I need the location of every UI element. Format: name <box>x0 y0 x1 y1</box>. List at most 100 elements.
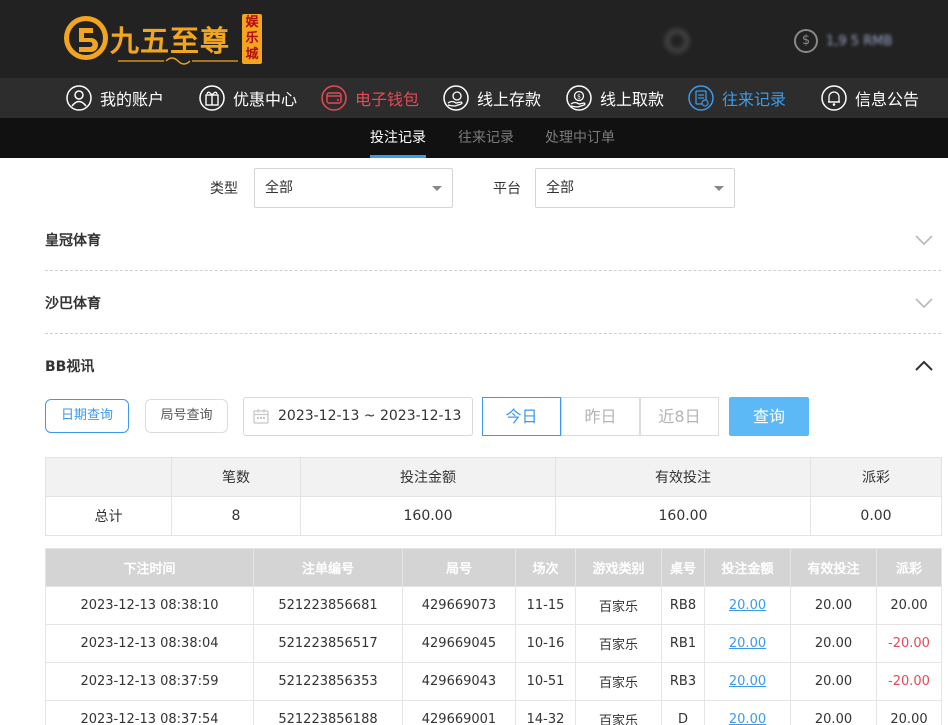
withdraw-icon: $ <box>566 85 592 111</box>
summary-header-row: 笔数 投注金额 有效投注 派彩 <box>45 457 942 497</box>
date-query-button[interactable]: 日期查询 <box>45 399 129 433</box>
nav-transaction-records[interactable]: 往来记录 <box>688 78 786 118</box>
valid-bet-cell: 20.00 <box>790 586 877 625</box>
table-no-cell: RB3 <box>661 662 705 701</box>
main-nav: 我的账户 优惠中心 电子钱包 线上存款 $ 线上取款 往来记录 信息公告 <box>0 78 948 118</box>
bet-amount-link[interactable]: 20.00 <box>704 700 791 725</box>
user-icon <box>66 85 92 111</box>
summary-total-row: 总计 8 160.00 160.00 0.00 <box>45 496 942 536</box>
logo-badge-icon <box>64 16 108 60</box>
session-cell: 14-32 <box>515 700 576 725</box>
column-header: 桌号 <box>661 548 705 587</box>
order-id-cell: 521223856681 <box>253 586 403 625</box>
dollar-coin-icon: $ <box>794 29 818 53</box>
type-label: 类型 <box>210 181 238 197</box>
table-row: 2023-12-13 08:37:54 521223856188 4296690… <box>45 700 942 725</box>
column-header: 有效投注 <box>790 548 877 587</box>
summary-cell: 160.00 <box>555 496 811 536</box>
table-row: 2023-12-13 08:37:59 521223856353 4296690… <box>45 662 942 701</box>
quick-today-button[interactable]: 今日 <box>482 397 561 436</box>
logo-ornament-icon <box>118 57 238 65</box>
summary-cell: 总计 <box>45 496 172 536</box>
nav-label: 优惠中心 <box>233 90 298 109</box>
records-header-row: 下注时间 注单编号 局号 场次 游戏类别 桌号 投注金额 有效投注 派彩 <box>45 548 942 587</box>
valid-bet-cell: 20.00 <box>790 624 877 663</box>
bet-time-cell: 2023-12-13 08:37:59 <box>45 662 254 701</box>
subtab-bet-records[interactable]: 投注记录 <box>370 118 426 158</box>
date-range-value: 2023-12-13 ~ 2023-12-13 <box>278 408 462 424</box>
accordion-bb-live[interactable]: BB视讯 <box>45 358 941 378</box>
game-type-cell: 百家乐 <box>575 662 662 701</box>
table-no-cell: RB1 <box>661 624 705 663</box>
bet-amount-link[interactable]: 20.00 <box>704 662 791 701</box>
round-id-cell: 429669043 <box>402 662 516 701</box>
quick-last8days-button[interactable]: 近8日 <box>640 397 719 436</box>
bell-icon <box>821 85 847 111</box>
column-header: 派彩 <box>876 548 942 587</box>
wallet-icon <box>321 85 347 111</box>
accordion-crown-sports[interactable]: 皇冠体育 <box>45 232 941 271</box>
deposit-icon <box>443 85 469 111</box>
accordion-saba-sports[interactable]: 沙巴体育 <box>45 295 941 334</box>
table-row: 2023-12-13 08:38:10 521223856681 4296690… <box>45 586 942 625</box>
payout-cell: -20.00 <box>876 624 942 663</box>
column-header: 场次 <box>515 548 576 587</box>
valid-bet-cell: 20.00 <box>790 662 877 701</box>
chevron-up-icon <box>915 360 933 371</box>
payout-cell: 20.00 <box>876 700 942 725</box>
summary-cell: 8 <box>171 496 301 536</box>
bet-time-cell: 2023-12-13 08:38:04 <box>45 624 254 663</box>
header-balance[interactable]: $ 1,9 5 RMB <box>794 28 892 54</box>
logo-subtitle-text: 娱乐城 <box>245 15 259 62</box>
search-button[interactable]: 查询 <box>729 397 809 436</box>
platform-select-value: 全部 <box>546 180 574 196</box>
nav-online-deposit[interactable]: 线上存款 <box>443 78 541 118</box>
table-no-cell: D <box>661 700 705 725</box>
session-cell: 11-15 <box>515 586 576 625</box>
nav-announcements[interactable]: 信息公告 <box>821 78 919 118</box>
summary-header-cell <box>45 457 172 497</box>
order-id-cell: 521223856517 <box>253 624 403 663</box>
date-range-input[interactable]: 2023-12-13 ~ 2023-12-13 <box>243 397 473 436</box>
accordion-title: 沙巴体育 <box>45 296 101 312</box>
logo-title: 九五至尊 <box>110 24 231 58</box>
bet-amount-link[interactable]: 20.00 <box>704 624 791 663</box>
nav-my-account[interactable]: 我的账户 <box>66 78 164 118</box>
logo-subtitle: 娱乐城 <box>242 14 262 64</box>
subtab-pending-orders[interactable]: 处理中订单 <box>545 118 615 158</box>
summary-cell: 160.00 <box>300 496 556 536</box>
nav-online-withdraw[interactable]: $ 线上取款 <box>566 78 664 118</box>
chevron-down-icon <box>915 298 933 309</box>
game-type-cell: 百家乐 <box>575 624 662 663</box>
table-row: 2023-12-13 08:38:04 521223856517 4296690… <box>45 624 942 663</box>
nav-label: 信息公告 <box>855 90 920 109</box>
summary-header-cell: 派彩 <box>810 457 942 497</box>
column-header: 注单编号 <box>253 548 403 587</box>
bet-time-cell: 2023-12-13 08:38:10 <box>45 586 254 625</box>
accordion-title: BB视讯 <box>45 359 95 375</box>
nav-promotions[interactable]: 优惠中心 <box>199 78 297 118</box>
type-select[interactable]: 全部 <box>254 168 453 208</box>
balance-text: 1,9 5 RMB <box>826 33 893 49</box>
platform-select[interactable]: 全部 <box>535 168 735 208</box>
nav-label: 电子钱包 <box>355 90 420 109</box>
bet-time-cell: 2023-12-13 08:37:54 <box>45 700 254 725</box>
header-user-info[interactable] <box>666 28 696 54</box>
order-id-cell: 521223856353 <box>253 662 403 701</box>
round-id-cell: 429669045 <box>402 624 516 663</box>
payout-cell: -20.00 <box>876 662 942 701</box>
round-query-button[interactable]: 局号查询 <box>145 399 228 433</box>
nav-label: 我的账户 <box>100 90 165 109</box>
subtab-transaction-records[interactable]: 往来记录 <box>458 118 514 158</box>
column-header: 投注金额 <box>704 548 791 587</box>
quick-yesterday-button[interactable]: 昨日 <box>561 397 640 436</box>
bet-records-table: 下注时间 注单编号 局号 场次 游戏类别 桌号 投注金额 有效投注 派彩 202… <box>45 548 942 725</box>
nav-label: 往来记录 <box>722 90 787 109</box>
nav-e-wallet[interactable]: 电子钱包 <box>321 78 419 118</box>
session-cell: 10-16 <box>515 624 576 663</box>
payout-cell: 20.00 <box>876 586 942 625</box>
column-header: 局号 <box>402 548 516 587</box>
bet-amount-link[interactable]: 20.00 <box>704 586 791 625</box>
calendar-icon <box>253 409 269 424</box>
nav-label: 线上取款 <box>600 90 665 109</box>
